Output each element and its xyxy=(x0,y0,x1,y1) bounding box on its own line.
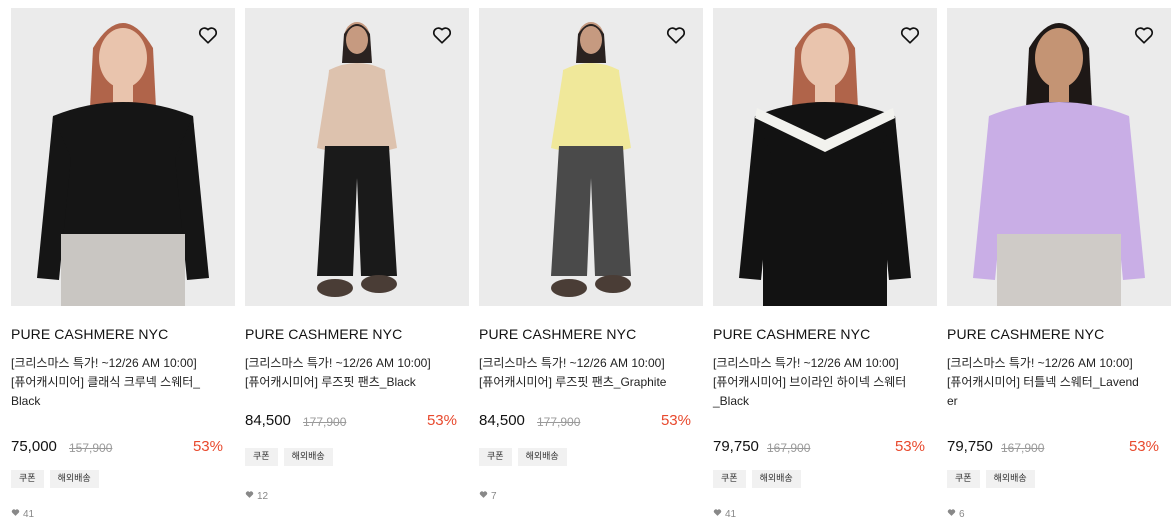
product-card[interactable]: PURE CASHMERE NYC [크리스마스 특가! ~12/26 AM 10… xyxy=(245,8,469,528)
heart-filled-icon xyxy=(713,508,722,520)
original-price: 177,900 xyxy=(537,415,581,429)
like-count-value: 41 xyxy=(23,508,35,520)
overseas-shipping-badge: 해외배송 xyxy=(985,470,1035,488)
coupon-badge: 쿠폰 xyxy=(947,470,980,488)
overseas-shipping-badge: 해외배송 xyxy=(49,470,99,488)
title-name: [퓨어캐시미어] 루즈핏 팬츠_Graphite xyxy=(479,375,667,389)
product-image[interactable] xyxy=(245,8,469,306)
overseas-shipping-badge: 해외배송 xyxy=(751,470,801,488)
title-name-wrap: _Black xyxy=(713,394,750,408)
like-count: 41 xyxy=(713,508,736,520)
price-row: 79,750 167,900 53% xyxy=(713,438,925,458)
product-title[interactable]: [크리스마스 특가! ~12/26 AM 10:00] [퓨어캐시미어] 터틀넥 … xyxy=(947,354,1171,411)
sale-price: 84,500 xyxy=(245,412,291,429)
heart-filled-icon xyxy=(11,508,20,520)
product-card[interactable]: PURE CASHMERE NYC [크리스마스 특가! ~12/26 AM 10… xyxy=(947,8,1171,528)
coupon-badge: 쿠폰 xyxy=(11,470,44,488)
original-price: 157,900 xyxy=(69,441,113,455)
heart-filled-icon xyxy=(947,508,956,520)
title-name-wrap: Black xyxy=(11,394,41,408)
sale-price: 79,750 xyxy=(713,438,759,455)
price-row: 75,000 157,900 53% xyxy=(11,438,223,458)
product-tags: 쿠폰 해외배송 xyxy=(713,470,801,488)
wishlist-heart-icon[interactable] xyxy=(899,24,921,46)
coupon-badge: 쿠폰 xyxy=(713,470,746,488)
heart-filled-icon xyxy=(245,490,254,502)
coupon-badge: 쿠폰 xyxy=(245,448,278,466)
like-count-value: 7 xyxy=(491,490,497,502)
like-count-value: 12 xyxy=(257,490,269,502)
overseas-shipping-badge: 해외배송 xyxy=(283,448,333,466)
product-title[interactable]: [크리스마스 특가! ~12/26 AM 10:00] [퓨어캐시미어] 브이라인… xyxy=(713,354,937,411)
product-tags: 쿠폰 해외배송 xyxy=(11,470,99,488)
product-grid: PURE CASHMERE NYC [크리스마스 특가! ~12/26 AM 10… xyxy=(0,0,1175,531)
product-card[interactable]: PURE CASHMERE NYC [크리스마스 특가! ~12/26 AM 10… xyxy=(11,8,235,528)
title-promo: [크리스마스 특가! ~12/26 AM 10:00] xyxy=(245,356,431,370)
product-card[interactable]: PURE CASHMERE NYC [크리스마스 특가! ~12/26 AM 10… xyxy=(713,8,937,528)
model-photo xyxy=(739,23,911,306)
price-row: 84,500 177,900 53% xyxy=(245,412,457,432)
model-photo xyxy=(551,22,631,297)
wishlist-heart-icon[interactable] xyxy=(431,24,453,46)
title-promo: [크리스마스 특가! ~12/26 AM 10:00] xyxy=(11,356,197,370)
product-title[interactable]: [크리스마스 특가! ~12/26 AM 10:00] [퓨어캐시미어] 루즈핏 … xyxy=(479,354,703,392)
title-promo: [크리스마스 특가! ~12/26 AM 10:00] xyxy=(479,356,665,370)
product-image[interactable] xyxy=(713,8,937,306)
title-name-wrap: er xyxy=(947,394,958,408)
overseas-shipping-badge: 해외배송 xyxy=(517,448,567,466)
title-name: [퓨어캐시미어] 클래식 크루넥 스웨터_ xyxy=(11,375,200,389)
discount-rate: 53% xyxy=(894,438,925,455)
title-name: [퓨어캐시미어] 루즈핏 팬츠_Black xyxy=(245,375,416,389)
title-promo: [크리스마스 특가! ~12/26 AM 10:00] xyxy=(947,356,1133,370)
wishlist-heart-icon[interactable] xyxy=(197,24,219,46)
brand-name[interactable]: PURE CASHMERE NYC xyxy=(947,326,1104,342)
sale-price: 84,500 xyxy=(479,412,525,429)
like-count: 7 xyxy=(479,490,497,502)
like-count-value: 41 xyxy=(725,508,737,520)
sale-price: 79,750 xyxy=(947,438,993,455)
brand-name[interactable]: PURE CASHMERE NYC xyxy=(713,326,870,342)
coupon-badge: 쿠폰 xyxy=(479,448,512,466)
product-image[interactable] xyxy=(947,8,1171,306)
like-count: 12 xyxy=(245,490,268,502)
discount-rate: 53% xyxy=(426,412,457,429)
brand-name[interactable]: PURE CASHMERE NYC xyxy=(245,326,402,342)
title-name: [퓨어캐시미어] 터틀넥 스웨터_Lavend xyxy=(947,375,1139,389)
model-photo xyxy=(317,22,397,297)
brand-name[interactable]: PURE CASHMERE NYC xyxy=(479,326,636,342)
product-tags: 쿠폰 해외배송 xyxy=(947,470,1035,488)
like-count: 41 xyxy=(11,508,34,520)
original-price: 167,900 xyxy=(767,441,811,455)
like-count-value: 6 xyxy=(959,508,965,520)
wishlist-heart-icon[interactable] xyxy=(1133,24,1155,46)
product-tags: 쿠폰 해외배송 xyxy=(245,448,333,466)
original-price: 177,900 xyxy=(303,415,347,429)
product-tags: 쿠폰 해외배송 xyxy=(479,448,567,466)
discount-rate: 53% xyxy=(1128,438,1159,455)
sale-price: 75,000 xyxy=(11,438,57,455)
like-count: 6 xyxy=(947,508,965,520)
product-title[interactable]: [크리스마스 특가! ~12/26 AM 10:00] [퓨어캐시미어] 루즈핏 … xyxy=(245,354,469,392)
wishlist-heart-icon[interactable] xyxy=(665,24,687,46)
product-card[interactable]: PURE CASHMERE NYC [크리스마스 특가! ~12/26 AM 10… xyxy=(479,8,703,528)
title-name: [퓨어캐시미어] 브이라인 하이넥 스웨터 xyxy=(713,375,907,389)
model-photo xyxy=(37,23,209,306)
title-promo: [크리스마스 특가! ~12/26 AM 10:00] xyxy=(713,356,899,370)
model-photo xyxy=(973,23,1145,306)
product-image[interactable] xyxy=(479,8,703,306)
discount-rate: 53% xyxy=(660,412,691,429)
heart-filled-icon xyxy=(479,490,488,502)
brand-name[interactable]: PURE CASHMERE NYC xyxy=(11,326,168,342)
original-price: 167,900 xyxy=(1001,441,1045,455)
product-image[interactable] xyxy=(11,8,235,306)
price-row: 84,500 177,900 53% xyxy=(479,412,691,432)
product-title[interactable]: [크리스마스 특가! ~12/26 AM 10:00] [퓨어캐시미어] 클래식 … xyxy=(11,354,235,411)
discount-rate: 53% xyxy=(192,438,223,455)
price-row: 79,750 167,900 53% xyxy=(947,438,1159,458)
